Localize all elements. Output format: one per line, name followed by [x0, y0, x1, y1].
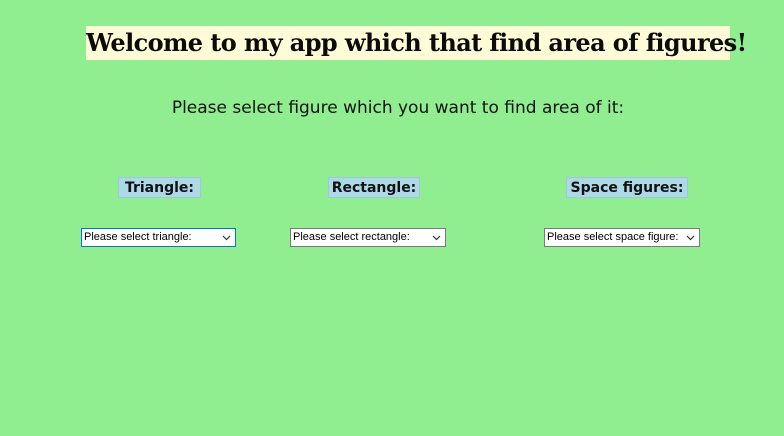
space-figures-label: Space figures: — [566, 177, 688, 198]
rectangle-select-value: Please select rectangle: — [293, 231, 410, 243]
space-figure-select-value: Please select space figure: — [547, 231, 679, 243]
rectangle-label: Rectangle: — [328, 177, 420, 198]
triangle-select[interactable]: Please select triangle: — [81, 228, 236, 247]
chevron-down-icon — [222, 235, 231, 241]
instruction-text: Please select figure which you want to f… — [171, 98, 625, 118]
page-title: Welcome to my app which that find area o… — [86, 26, 747, 60]
triangle-label: Triangle: — [118, 177, 201, 198]
chevron-down-icon — [432, 235, 441, 241]
space-figure-select[interactable]: Please select space figure: — [544, 228, 700, 247]
chevron-down-icon — [686, 235, 695, 241]
triangle-select-value: Please select triangle: — [84, 231, 192, 243]
rectangle-select[interactable]: Please select rectangle: — [290, 228, 446, 247]
